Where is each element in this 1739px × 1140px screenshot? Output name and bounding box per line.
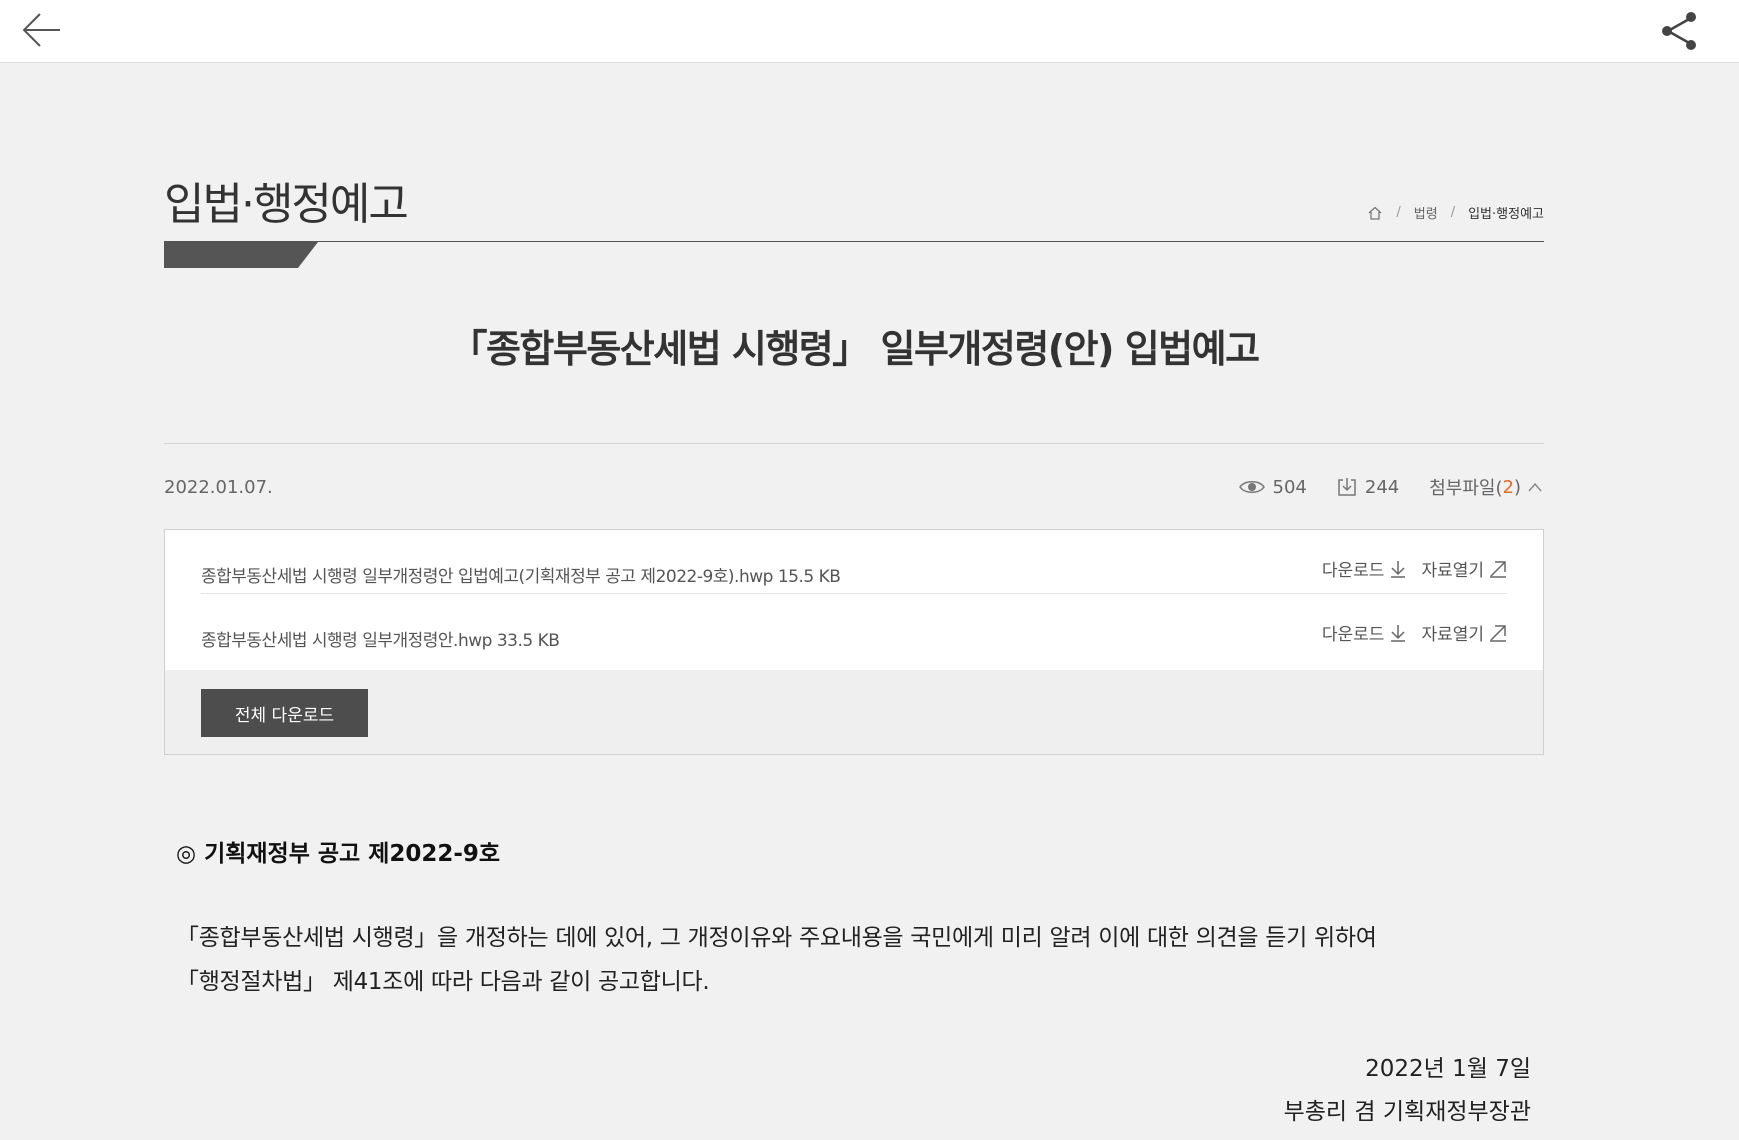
view-count-value: 504 <box>1272 476 1307 498</box>
download-link[interactable]: 다운로드 <box>1322 620 1408 645</box>
breadcrumb-separator: / <box>1396 205 1401 220</box>
open-label: 자료열기 <box>1421 625 1484 645</box>
download-link[interactable]: 다운로드 <box>1322 556 1408 581</box>
open-link[interactable]: 자료열기 <box>1421 556 1507 581</box>
view-count: 504 <box>1238 476 1307 498</box>
breadcrumb-item-laws[interactable]: 법령 <box>1414 203 1438 222</box>
download-count-value: 244 <box>1364 476 1400 498</box>
notice-body: 「종합부동산세법 시행령」을 개정하는 데에 있어, 그 개정이유와 주요내용을… <box>176 916 1546 1004</box>
signature-date: 2022년 1월 7일 <box>1365 1056 1531 1082</box>
eye-icon <box>1238 481 1265 493</box>
article-title: 「종합부동산세법 시행령」 일부개정령(안) 입법예고 <box>449 327 1260 371</box>
open-link[interactable]: 자료열기 <box>1421 620 1507 645</box>
attachment-list: 종합부동산세법 시행령 일부개정령안 입법예고(기획재정부 공고 제2022-9… <box>165 530 1543 670</box>
share-icon[interactable] <box>1657 8 1703 54</box>
external-link-icon <box>1490 624 1506 642</box>
notice-heading: ◎ 기획재정부 공고 제2022-9호 <box>176 841 501 867</box>
attachments-label: 첨부파일( <box>1429 478 1503 499</box>
home-icon[interactable] <box>1367 205 1383 221</box>
attachment-row: 종합부동산세법 시행령 일부개정령안 입법예고(기획재정부 공고 제2022-9… <box>201 530 1507 594</box>
open-label: 자료열기 <box>1421 561 1484 581</box>
external-link-icon <box>1490 560 1506 578</box>
attachment-actions: 다운로드 자료열기 <box>1322 620 1507 645</box>
attachment-file-name[interactable]: 종합부동산세법 시행령 일부개정령안.hwp 33.5 KB <box>201 626 560 651</box>
arrow-down-icon <box>1391 624 1406 642</box>
arrow-down-icon <box>1391 560 1406 578</box>
title-divider <box>164 241 1544 242</box>
signature-name: 부총리 겸 기획재정부장관 <box>1283 1099 1531 1125</box>
breadcrumb: / 법령 / 입법·행정예고 <box>1367 203 1544 222</box>
attachment-actions: 다운로드 자료열기 <box>1322 556 1507 581</box>
top-bar <box>0 0 1739 63</box>
attachment-row: 종합부동산세법 시행령 일부개정령안.hwp 33.5 KB 다운로드 자료열기 <box>201 594 1507 658</box>
breadcrumb-separator: / <box>1450 205 1456 220</box>
meta-divider <box>164 443 1544 444</box>
attachment-file-name[interactable]: 종합부동산세법 시행령 일부개정령안 입법예고(기획재정부 공고 제2022-9… <box>201 562 841 587</box>
page-title: 입법·행정예고 <box>164 179 409 230</box>
post-date: 2022.01.07. <box>164 477 273 498</box>
attachments-toggle[interactable]: 첨부파일(2) <box>1429 474 1543 500</box>
attachments-label-close: ) <box>1513 476 1521 498</box>
article-meta: 504 244 첨부파일(2) <box>1238 474 1543 500</box>
download-label: 다운로드 <box>1321 561 1385 581</box>
notice-line-1: 「종합부동산세법 시행령」을 개정하는 데에 있어, 그 개정이유와 주요내용을… <box>176 925 1377 951</box>
download-count: 244 <box>1337 477 1399 498</box>
attachments-panel: 종합부동산세법 시행령 일부개정령안 입법예고(기획재정부 공고 제2022-9… <box>164 529 1544 755</box>
title-accent-tab <box>164 242 318 268</box>
chevron-up-icon <box>1528 482 1542 492</box>
download-label: 다운로드 <box>1321 625 1385 645</box>
download-box-icon <box>1338 478 1356 496</box>
attachments-count: 2 <box>1502 476 1514 498</box>
download-all-button[interactable]: 전체 다운로드 <box>201 689 368 737</box>
notice-line-2: 「행정절차법」 제41조에 따라 다음과 같이 공고합니다. <box>176 969 710 995</box>
breadcrumb-item-current[interactable]: 입법·행정예고 <box>1468 203 1544 222</box>
back-arrow-icon[interactable] <box>18 6 66 54</box>
